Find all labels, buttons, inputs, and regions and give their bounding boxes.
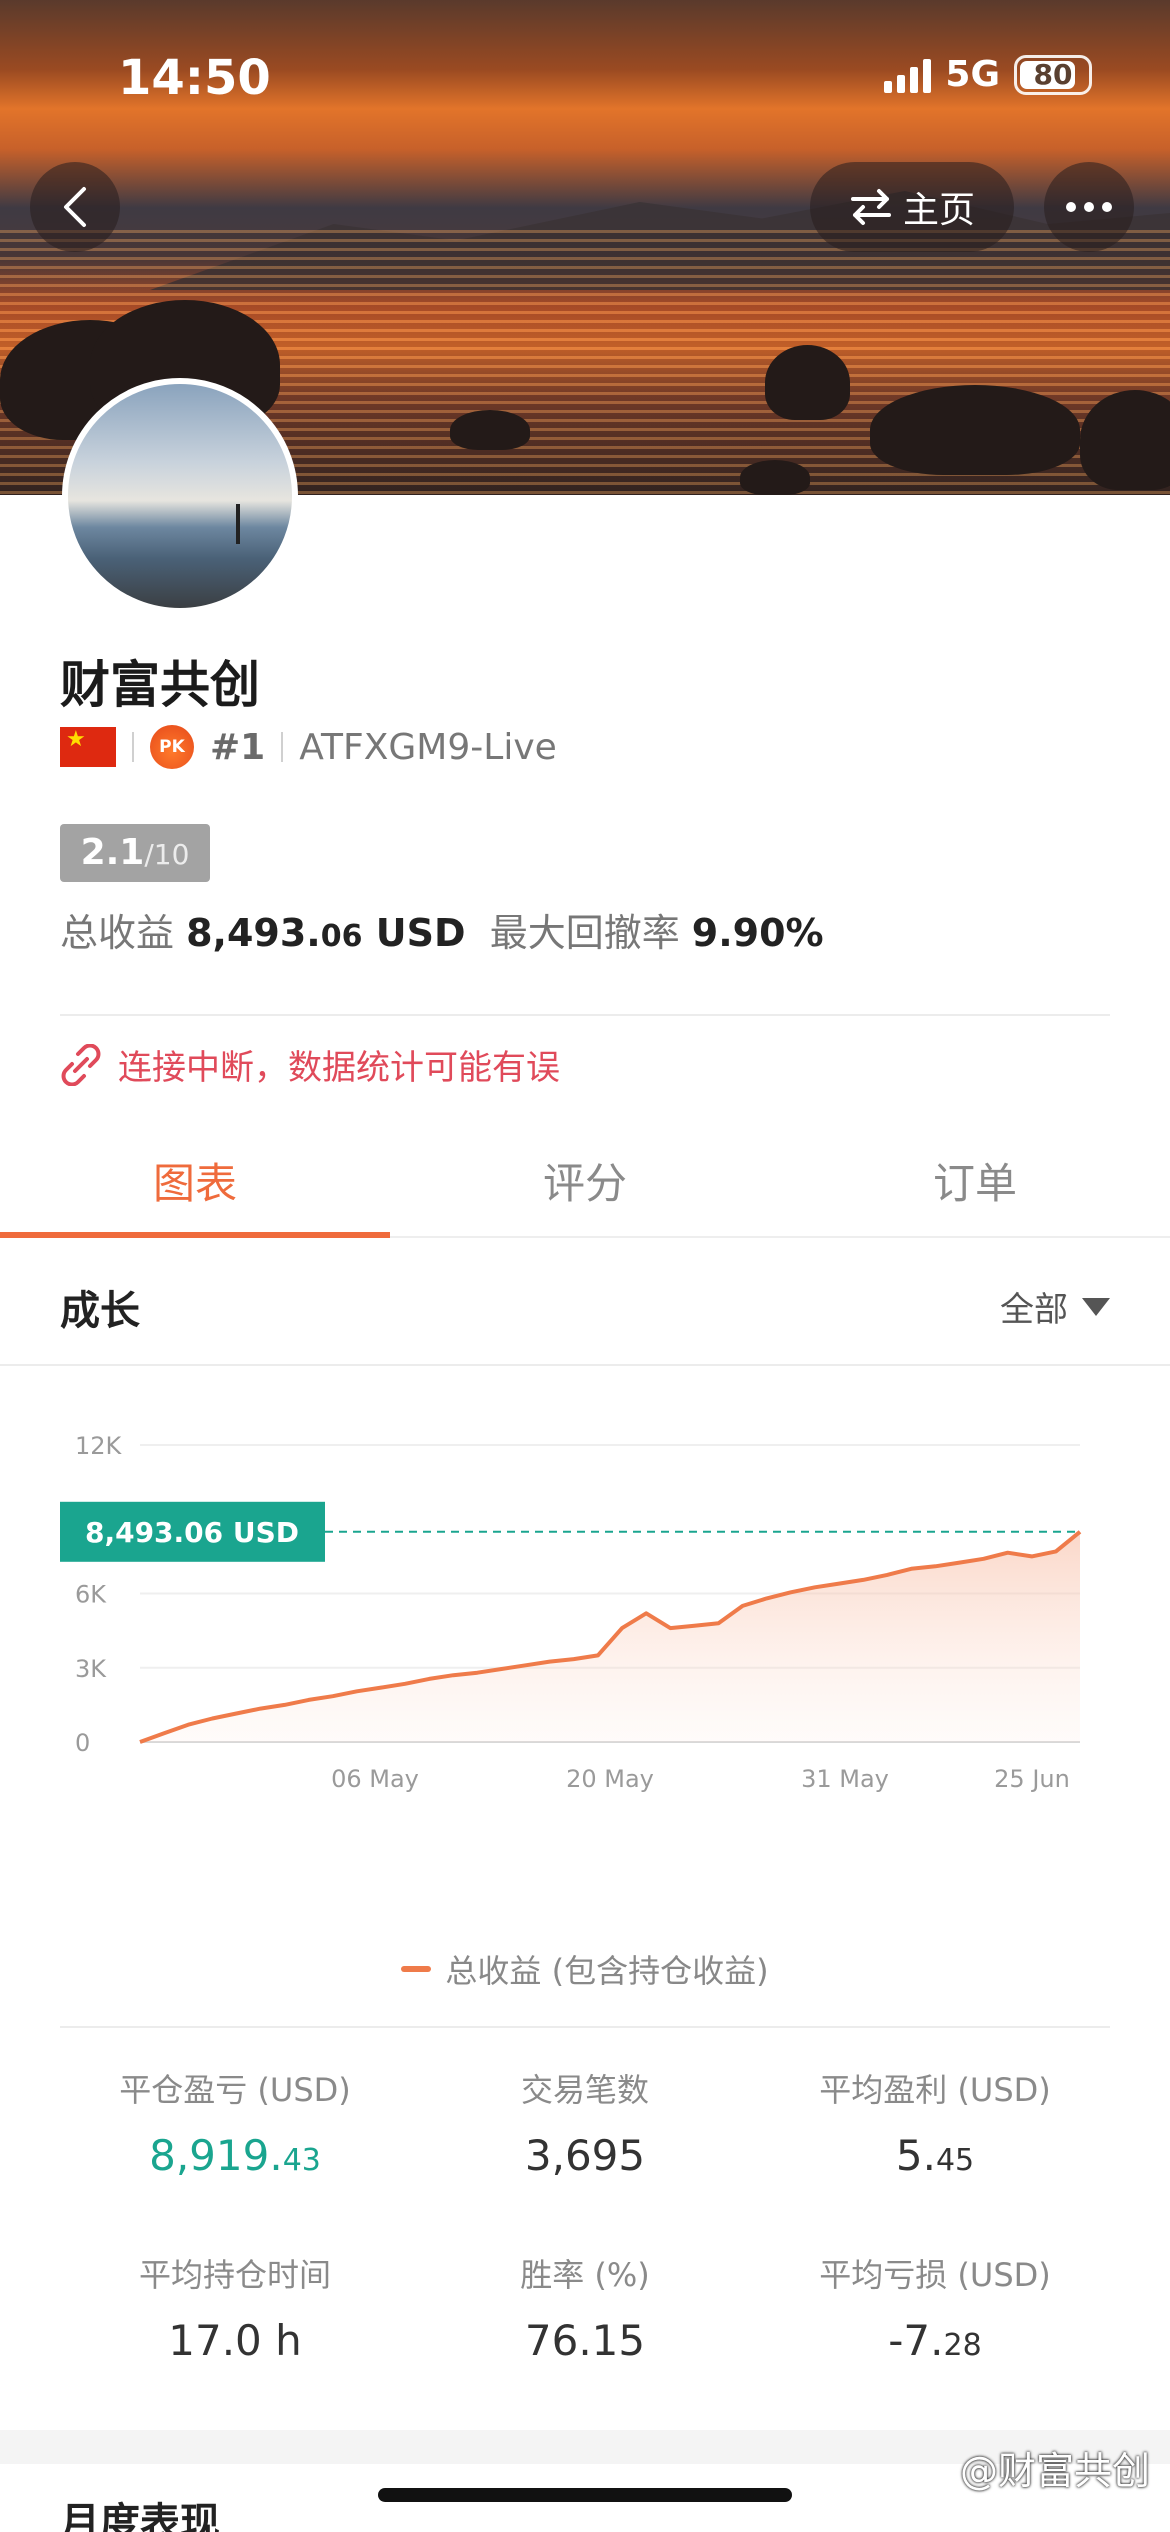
score-value: 2.1 xyxy=(80,832,145,873)
total-profit-label: 总收益 xyxy=(60,911,175,955)
more-dots-icon xyxy=(1066,202,1112,212)
status-indicators: 5G 80 xyxy=(884,54,1092,95)
swap-icon xyxy=(850,189,891,225)
divider xyxy=(60,1014,1110,1016)
china-flag-icon: ★ xyxy=(60,727,116,767)
rank: #1 xyxy=(210,726,266,768)
account-name: ATFXGM9-Live xyxy=(299,726,557,768)
range-select[interactable]: 全部 xyxy=(1000,1282,1110,1331)
monthly-title: 月度表现 xyxy=(60,2500,220,2532)
growth-chart-svg: 12K 6K 3K 0 06 May 20 May 31 May 25 Jun 8,493.… xyxy=(60,1432,1082,1793)
battery-level: 80 xyxy=(1033,58,1073,91)
current-value-label: 8,493.06 USD xyxy=(85,1516,299,1549)
max-drawdown-value: 9.90% xyxy=(691,911,824,955)
stat-label: 平均盈利 (USD) xyxy=(819,2071,1051,2109)
tab-orders[interactable]: 订单 xyxy=(780,1130,1170,1236)
growth-chart[interactable]: 12K 6K 3K 0 06 May 20 May 31 May 25 Jun 8,493.… xyxy=(0,1400,1170,1900)
x-tick-label: 31 May xyxy=(801,1765,889,1793)
separator xyxy=(132,732,134,762)
tab-chart[interactable]: 图表 xyxy=(0,1130,390,1238)
connection-warning[interactable]: 连接中断，数据统计可能有误 xyxy=(60,1040,560,1089)
x-tick-label: 25 Jun xyxy=(994,1765,1070,1793)
banner-rock xyxy=(450,410,530,450)
broken-link-icon xyxy=(61,1043,101,1086)
x-tick-label: 20 May xyxy=(566,1765,654,1793)
stat-trade-count: 交易笔数 3,695 xyxy=(410,2065,760,2180)
battery-icon: 80 xyxy=(1014,54,1092,95)
profile-meta: ★ PK #1 ATFXGM9-Live xyxy=(60,722,557,772)
divider xyxy=(0,1364,1170,1366)
total-profit-int: 8,493. xyxy=(186,911,321,955)
y-tick-label: 12K xyxy=(75,1432,123,1460)
score-max: /10 xyxy=(144,838,190,871)
home-button[interactable]: 主页 xyxy=(810,162,1014,252)
stat-label: 胜率 (%) xyxy=(520,2256,650,2294)
y-tick-label: 6K xyxy=(75,1581,107,1609)
banner-rock xyxy=(765,345,850,420)
stat-value: 5.45 xyxy=(895,2131,975,2180)
signal-icon xyxy=(884,57,932,93)
warning-text: 连接中断，数据统计可能有误 xyxy=(118,1048,560,1088)
more-button[interactable] xyxy=(1044,162,1134,252)
stat-value: -7.28 xyxy=(888,2316,982,2365)
growth-title: 成长 xyxy=(60,1288,140,1334)
range-select-label: 全部 xyxy=(1000,1290,1068,1330)
stat-value: 8,919.43 xyxy=(149,2131,321,2180)
stat-label: 交易笔数 xyxy=(520,2071,649,2109)
network-type: 5G xyxy=(945,54,1000,95)
pk-flame-icon: PK xyxy=(150,725,194,769)
stat-label: 平仓盈亏 (USD) xyxy=(119,2071,351,2109)
chart-legend[interactable]: 总收益 (包含持仓收益) xyxy=(0,1946,1170,1992)
x-tick-label: 06 May xyxy=(331,1765,419,1793)
stats-grid: 平仓盈亏 (USD) 8,919.43 交易笔数 3,695 平均盈利 (USD… xyxy=(60,2065,1110,2365)
stat-label: 平均亏损 (USD) xyxy=(819,2256,1051,2294)
banner-rock xyxy=(870,385,1080,475)
watermark: @财富共创 xyxy=(959,2449,1150,2493)
banner-rock xyxy=(740,460,810,495)
tab-bar: 图表 评分 订单 xyxy=(0,1130,1170,1238)
profile-name: 财富共创 xyxy=(60,656,260,714)
divider xyxy=(60,2026,1110,2028)
stat-avg-profit: 平均盈利 (USD) 5.45 xyxy=(760,2065,1110,2180)
score-badge: 2.1 /10 xyxy=(60,824,210,882)
avatar-tower xyxy=(236,504,240,544)
stat-value: 76.15 xyxy=(524,2316,646,2365)
stat-value: 17.0 h xyxy=(168,2316,302,2365)
stat-win-rate: 胜率 (%) 76.15 xyxy=(410,2250,760,2365)
total-profit-unit: USD xyxy=(375,911,466,955)
series-area xyxy=(140,1531,1080,1742)
chevron-left-icon xyxy=(64,187,86,227)
y-tick-label: 3K xyxy=(75,1655,107,1683)
stat-avg-loss: 平均亏损 (USD) -7.28 xyxy=(760,2250,1110,2365)
stat-closed-pnl: 平仓盈亏 (USD) 8,919.43 xyxy=(60,2065,410,2180)
total-profit-dec: 06 xyxy=(320,919,363,954)
status-time: 14:50 xyxy=(118,50,271,106)
back-button[interactable] xyxy=(30,162,120,252)
legend-label: 总收益 (包含持仓收益) xyxy=(445,1952,769,1990)
y-tick-label: 0 xyxy=(75,1729,90,1757)
avatar[interactable] xyxy=(62,378,298,614)
stat-avg-hold-time: 平均持仓时间 17.0 h xyxy=(60,2250,410,2365)
tab-score[interactable]: 评分 xyxy=(390,1130,780,1236)
stat-value: 3,695 xyxy=(524,2131,646,2180)
profit-summary: 总收益 8,493.06 USD 最大回撤率 9.90% xyxy=(60,902,824,957)
stat-label: 平均持仓时间 xyxy=(138,2256,331,2294)
caret-down-icon xyxy=(1082,1297,1110,1316)
legend-swatch xyxy=(401,1966,432,1972)
separator xyxy=(281,732,284,762)
home-indicator[interactable] xyxy=(378,2488,792,2502)
home-button-label: 主页 xyxy=(902,190,975,231)
max-drawdown-label: 最大回撤率 xyxy=(489,911,680,955)
